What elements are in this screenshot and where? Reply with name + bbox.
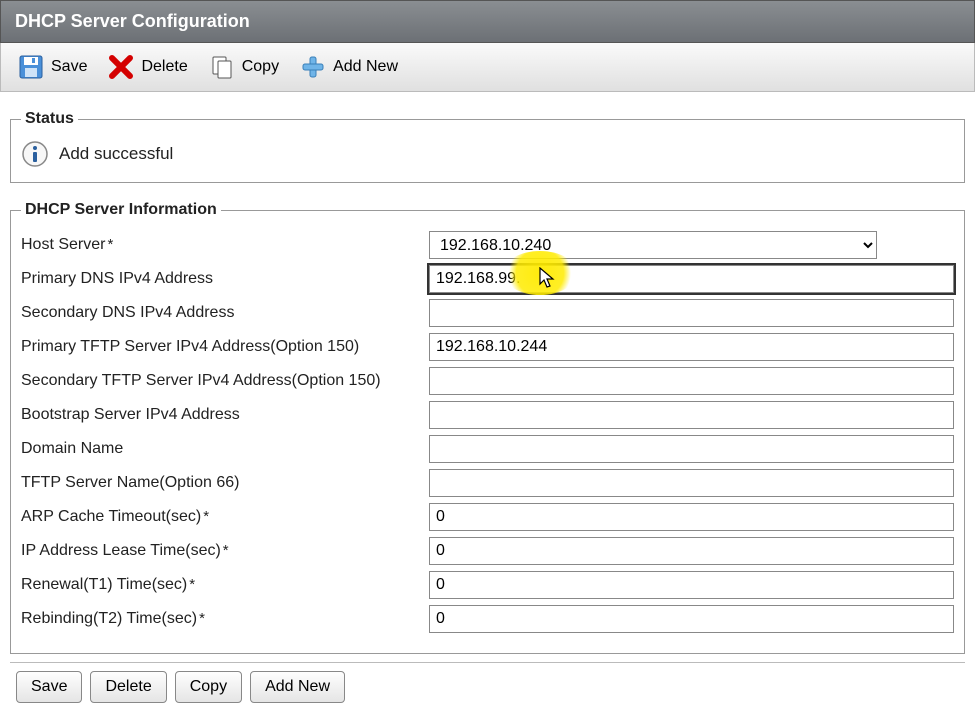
domain-name-input[interactable] xyxy=(429,435,954,463)
rebinding-label: Rebinding(T2) Time(sec) xyxy=(21,606,429,632)
copy-button[interactable]: Copy xyxy=(202,49,285,85)
bottom-delete-button[interactable]: Delete xyxy=(90,671,166,703)
delete-label: Delete xyxy=(141,58,187,76)
bottom-add-new-button[interactable]: Add New xyxy=(250,671,345,703)
bootstrap-input[interactable] xyxy=(429,401,954,429)
delete-button[interactable]: Delete xyxy=(101,49,193,85)
add-new-button[interactable]: Add New xyxy=(293,49,404,85)
bottom-copy-button[interactable]: Copy xyxy=(175,671,242,703)
lease-time-input[interactable] xyxy=(429,537,954,565)
top-toolbar: Save Delete Copy Add New xyxy=(0,43,975,92)
save-button[interactable]: Save xyxy=(11,49,93,85)
status-legend: Status xyxy=(21,110,78,128)
dhcp-info-fieldset: DHCP Server Information Host Server 192.… xyxy=(10,201,965,654)
host-server-select[interactable]: 192.168.10.240 xyxy=(429,231,877,259)
copy-label: Copy xyxy=(242,58,279,76)
tftp-name-label: TFTP Server Name(Option 66) xyxy=(21,470,429,496)
rebinding-input[interactable] xyxy=(429,605,954,633)
host-server-label: Host Server xyxy=(21,232,429,258)
secondary-tftp-label: Secondary TFTP Server IPv4 Address(Optio… xyxy=(21,368,429,394)
save-icon xyxy=(17,53,45,81)
bottom-toolbar: Save Delete Copy Add New xyxy=(0,667,975,713)
bootstrap-label: Bootstrap Server IPv4 Address xyxy=(21,402,429,428)
renewal-input[interactable] xyxy=(429,571,954,599)
dhcp-info-legend: DHCP Server Information xyxy=(21,201,221,219)
status-message: Add successful xyxy=(59,144,173,164)
arp-timeout-label: ARP Cache Timeout(sec) xyxy=(21,504,429,530)
save-label: Save xyxy=(51,58,87,76)
secondary-dns-input[interactable] xyxy=(429,299,954,327)
primary-dns-input[interactable] xyxy=(429,265,954,293)
title-bar: DHCP Server Configuration xyxy=(0,0,975,43)
copy-icon xyxy=(208,53,236,81)
domain-name-label: Domain Name xyxy=(21,436,429,462)
arp-timeout-input[interactable] xyxy=(429,503,954,531)
page-title: DHCP Server Configuration xyxy=(15,11,250,31)
add-icon xyxy=(299,53,327,81)
bottom-save-button[interactable]: Save xyxy=(16,671,82,703)
separator xyxy=(10,662,965,663)
primary-tftp-input[interactable] xyxy=(429,333,954,361)
info-icon xyxy=(21,140,49,168)
status-fieldset: Status Add successful xyxy=(10,110,965,183)
secondary-tftp-input[interactable] xyxy=(429,367,954,395)
lease-time-label: IP Address Lease Time(sec) xyxy=(21,538,429,564)
tftp-name-input[interactable] xyxy=(429,469,954,497)
primary-dns-label: Primary DNS IPv4 Address xyxy=(21,266,429,292)
secondary-dns-label: Secondary DNS IPv4 Address xyxy=(21,300,429,326)
delete-icon xyxy=(107,53,135,81)
renewal-label: Renewal(T1) Time(sec) xyxy=(21,572,429,598)
add-new-label: Add New xyxy=(333,58,398,76)
primary-tftp-label: Primary TFTP Server IPv4 Address(Option … xyxy=(21,334,429,360)
